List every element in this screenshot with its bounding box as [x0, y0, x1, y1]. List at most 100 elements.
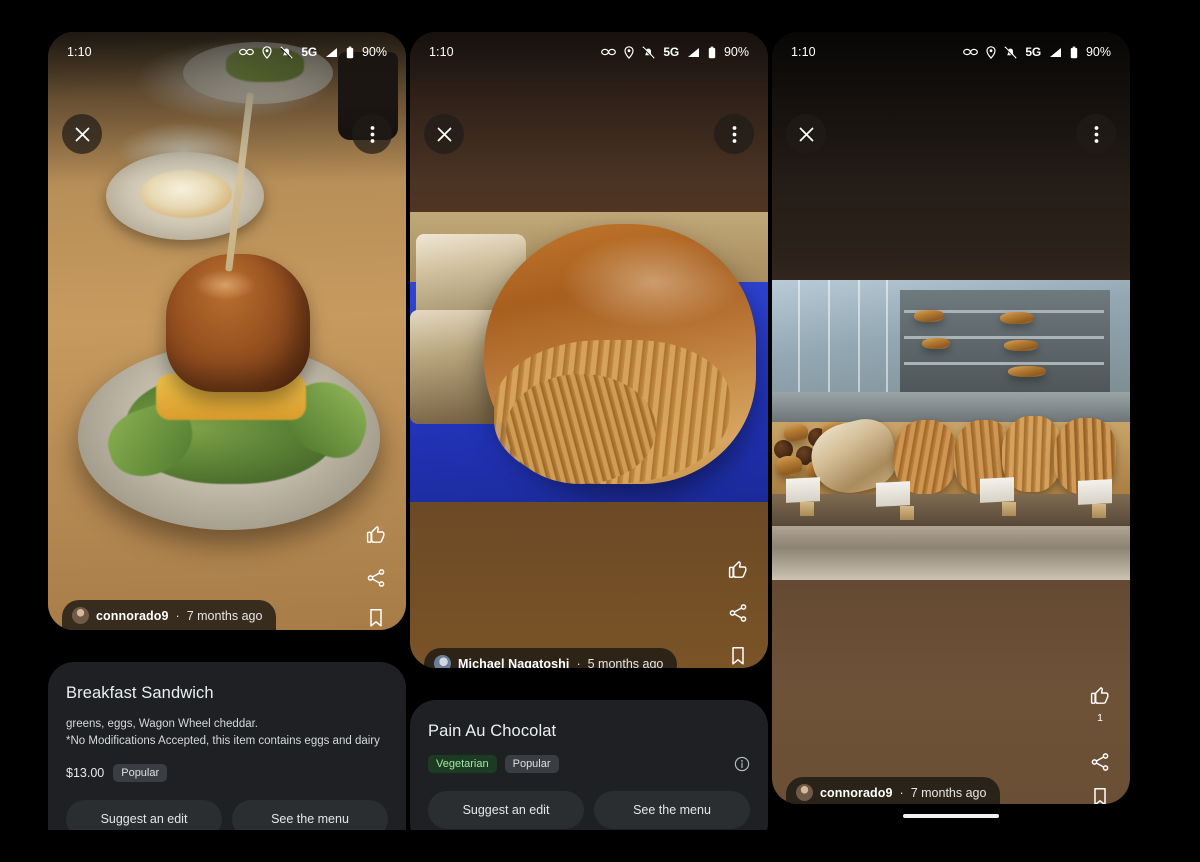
signal-bars-icon: [687, 47, 700, 58]
top-action-bar-2: [410, 108, 768, 160]
photo-viewer-1[interactable]: 1:10 5G 90% connorado9 · 7 months ago: [48, 32, 406, 630]
thumb-up-icon: [366, 524, 387, 550]
menu-item-price: $13.00: [66, 765, 105, 780]
network-type-label: 5G: [301, 45, 317, 59]
battery-percent-label: 90%: [1085, 45, 1111, 59]
like-button[interactable]: 1: [1078, 682, 1122, 726]
photo-viewer-2[interactable]: 1:10 5G 90% Michael Nagatoshi · 5 months…: [410, 32, 768, 668]
close-button[interactable]: [62, 114, 102, 154]
share-icon: [1090, 752, 1110, 777]
glasses-icon: [601, 47, 617, 57]
status-time: 1:10: [429, 45, 454, 59]
status-badge-vegetarian: Vegetarian: [428, 755, 497, 773]
attribution-chip-1[interactable]: connorado9 · 7 months ago Breakfast Sand…: [62, 600, 277, 630]
menu-item-title: Breakfast Sandwich: [66, 684, 214, 702]
network-type-label: 5G: [663, 45, 679, 59]
close-icon: [436, 126, 453, 143]
action-rail-1: [354, 516, 398, 602]
avatar: [796, 784, 813, 801]
suggest-an-edit-button[interactable]: Suggest an edit: [66, 799, 222, 830]
attribution-separator: ·: [576, 656, 581, 669]
more-options-button[interactable]: [352, 114, 392, 154]
see-the-menu-button[interactable]: See the menu: [232, 799, 388, 830]
more-options-button[interactable]: [714, 114, 754, 154]
menu-item-card-2: Pain Au Chocolat Vegetarian Popular Sugg…: [410, 700, 768, 830]
menu-item-card-1: Breakfast Sandwich greens, eggs, Wagon W…: [48, 662, 406, 830]
battery-icon: [708, 46, 716, 59]
status-bar-1: 1:10 5G 90%: [48, 32, 406, 72]
status-time: 1:10: [791, 45, 816, 59]
location-pin-icon: [986, 45, 996, 59]
suggest-an-edit-button[interactable]: Suggest an edit: [428, 791, 584, 829]
share-icon: [366, 568, 386, 593]
photo-timestamp: 7 months ago: [910, 785, 987, 800]
avatar: [72, 607, 89, 624]
action-rail-2: [716, 551, 760, 637]
battery-percent-label: 90%: [361, 45, 387, 59]
close-icon: [798, 126, 815, 143]
phone-panel-1: 1:10 5G 90% connorado9 · 7 months ago Br…: [48, 32, 406, 830]
status-badge-popular: Popular: [504, 755, 559, 773]
status-badge: Popular: [113, 763, 168, 782]
pain-au-chocolat-photo[interactable]: [410, 212, 768, 502]
share-icon: [728, 603, 748, 628]
bookmark-icon: [368, 608, 384, 631]
share-button[interactable]: [354, 558, 398, 602]
avatar: [434, 655, 451, 668]
notifications-muted-icon: [280, 46, 293, 59]
home-indicator[interactable]: [903, 814, 999, 818]
author-name: connorado9: [820, 785, 893, 800]
close-icon: [74, 126, 91, 143]
top-action-bar-1: [48, 108, 406, 160]
screenshot-canvas: 1:10 5G 90% connorado9 · 7 months ago Br…: [0, 0, 1200, 862]
photo-caption: Breakfast Sandwich: [72, 629, 262, 630]
photo-timestamp: 7 months ago: [186, 608, 263, 623]
info-icon[interactable]: [734, 756, 750, 772]
attribution-separator: ·: [175, 608, 180, 623]
thumb-up-icon: [1090, 685, 1111, 711]
like-button[interactable]: [716, 551, 760, 595]
author-name: connorado9: [96, 608, 169, 623]
menu-item-title: Pain Au Chocolat: [428, 722, 557, 740]
battery-percent-label: 90%: [723, 45, 749, 59]
notifications-muted-icon: [642, 46, 655, 59]
home-indicator-area-3: [772, 814, 1130, 820]
phone-panel-2: 1:10 5G 90% Michael Nagatoshi · 5 months…: [410, 32, 768, 830]
more-options-icon: [1094, 125, 1099, 144]
photo-timestamp: 5 months ago: [587, 656, 664, 669]
close-button[interactable]: [424, 114, 464, 154]
more-options-button[interactable]: [1076, 114, 1116, 154]
location-pin-icon: [624, 45, 634, 59]
bookmark-icon: [1092, 787, 1108, 804]
network-type-label: 5G: [1025, 45, 1041, 59]
share-button[interactable]: [716, 593, 760, 637]
phone-panel-3: 1:10 5G 90% 1 connorado9 · 7 months ago: [772, 32, 1130, 830]
battery-icon: [346, 46, 354, 59]
status-time: 1:10: [67, 45, 92, 59]
attribution-separator: ·: [899, 785, 904, 800]
attribution-chip-2[interactable]: Michael Nagatoshi · 5 months ago: [424, 648, 678, 669]
action-rail-3: 1: [1078, 682, 1122, 786]
bookmark-button[interactable]: [716, 636, 760, 668]
more-options-icon: [732, 125, 737, 144]
like-count: 1: [1097, 711, 1103, 724]
close-button[interactable]: [786, 114, 826, 154]
bookmark-button[interactable]: [1078, 777, 1122, 804]
author-name: Michael Nagatoshi: [458, 656, 570, 669]
photo-viewer-3[interactable]: 1:10 5G 90% 1 connorado9 · 7 months ago: [772, 32, 1130, 804]
location-pin-icon: [262, 45, 272, 59]
status-bar-3: 1:10 5G 90%: [772, 32, 1130, 72]
glasses-icon: [239, 47, 255, 57]
bookmark-button[interactable]: [354, 598, 398, 630]
see-the-menu-button[interactable]: See the menu: [594, 791, 750, 829]
status-bar-2: 1:10 5G 90%: [410, 32, 768, 72]
attribution-chip-3[interactable]: connorado9 · 7 months ago Pastries: [786, 777, 1001, 804]
like-button[interactable]: [354, 516, 398, 560]
signal-bars-icon: [325, 47, 338, 58]
top-action-bar-3: [772, 108, 1130, 160]
signal-bars-icon: [1049, 47, 1062, 58]
glasses-icon: [963, 47, 979, 57]
battery-icon: [1070, 46, 1078, 59]
bakery-display-case-photo[interactable]: [772, 280, 1130, 580]
thumb-up-icon: [728, 559, 749, 585]
